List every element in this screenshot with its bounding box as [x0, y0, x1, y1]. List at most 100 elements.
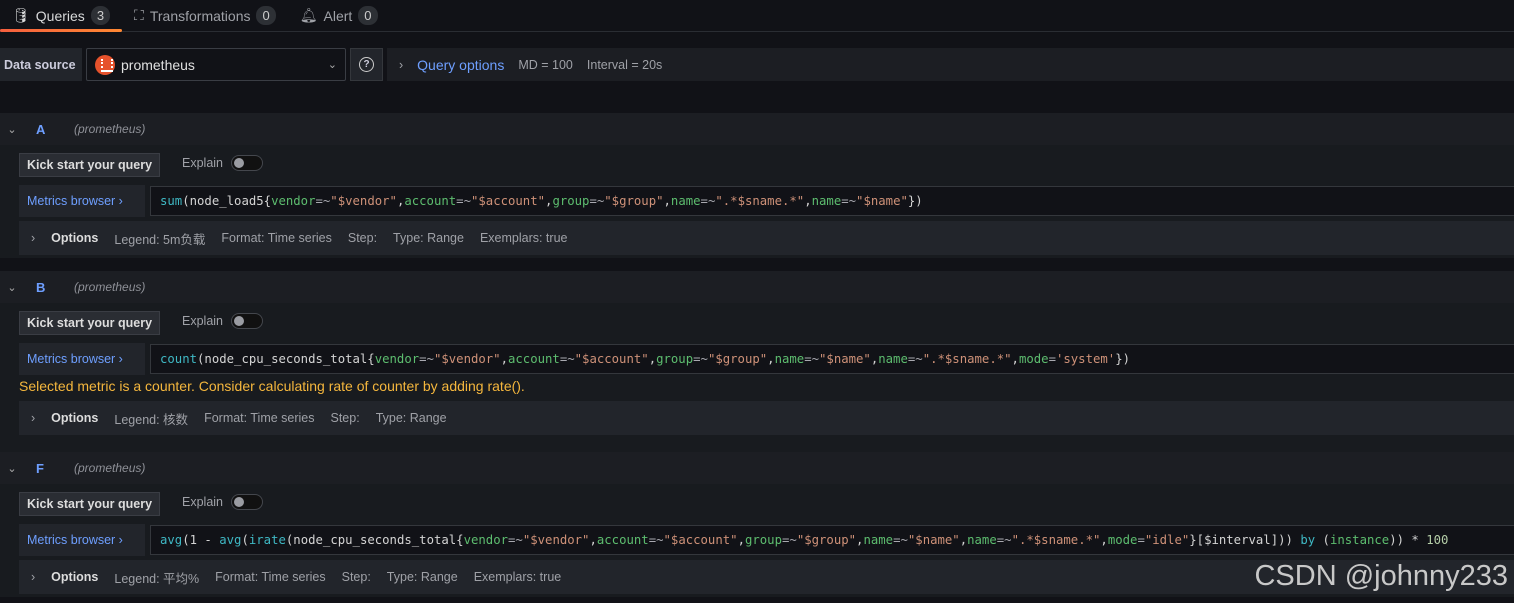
query-token: (1 -	[182, 533, 220, 547]
query-token: =~	[782, 533, 797, 547]
query-token: ,	[396, 194, 405, 208]
query-token: ,	[663, 194, 671, 208]
tab-alert[interactable]: 🔔︎ Alert 0	[288, 0, 390, 31]
query-options-link[interactable]: Query options	[417, 57, 504, 73]
option-legend: Legend: 核数	[114, 412, 189, 427]
explain-label: Explain	[182, 314, 223, 328]
tab-bar: 🛢 Queries 3 ⛶ Transformations 0 🔔︎ Alert 0	[0, 0, 1514, 32]
collapse-chevron-icon[interactable]: ⌄	[0, 462, 24, 475]
help-button[interactable]: ?	[350, 48, 383, 81]
option-exemplars: Exemplars: true	[479, 231, 568, 245]
query-token: account	[508, 352, 560, 366]
query-input[interactable]: avg (1 - avg(irate (node_cpu_seconds_total…	[150, 525, 1514, 555]
query-letter[interactable]: B	[24, 280, 74, 295]
query-token: ,	[804, 194, 812, 208]
counter-warning: Selected metric is a counter. Consider c…	[19, 378, 525, 394]
tab-queries[interactable]: 🛢 Queries 3	[0, 0, 123, 32]
option-format: Format: Time series	[215, 570, 326, 584]
query-header[interactable]: ⌄ B (prometheus)	[0, 271, 1514, 303]
query-token: instance	[1329, 533, 1390, 547]
option-format: Format: Time series	[221, 231, 332, 245]
query-input[interactable]: sum (node_load5{vendor =~ "$vendor", account…	[150, 186, 1514, 216]
query-token: (node_load5{	[182, 194, 272, 208]
query-token: account	[596, 533, 649, 547]
query-options[interactable]: › Query options MD = 100 Interval = 20s	[387, 48, 1514, 81]
explain-toggle[interactable]	[231, 313, 263, 329]
chevron-right-icon: ›	[399, 57, 404, 72]
query-letter[interactable]: F	[24, 461, 74, 476]
query-token: })	[907, 194, 923, 208]
metrics-browser-button[interactable]: Metrics browser ›	[19, 524, 145, 556]
query-token: =~	[996, 533, 1012, 547]
query-datasource: (prometheus)	[74, 280, 146, 294]
query-token: "$account"	[663, 533, 738, 547]
explain-toggle-row: Explain	[182, 494, 263, 510]
database-icon: 🛢	[12, 7, 30, 23]
chevron-down-icon: ⌄	[327, 59, 337, 71]
query-token: ,	[648, 352, 657, 366]
query-token: "$vendor"	[433, 352, 501, 366]
query-header[interactable]: ⌄ F (prometheus)	[0, 452, 1514, 484]
kick-start-button[interactable]: Kick start your query	[19, 311, 161, 335]
collapse-chevron-icon[interactable]: ⌄	[0, 123, 24, 136]
query-token: group	[744, 533, 782, 547]
query-token: "$group"	[796, 533, 857, 547]
metrics-browser-button[interactable]: Metrics browser ›	[19, 343, 145, 375]
query-token: =~	[693, 352, 708, 366]
options-label[interactable]: Options	[51, 231, 98, 245]
query-token: ,	[767, 352, 775, 366]
query-token: =	[1137, 533, 1145, 547]
query-token: "idle"	[1144, 533, 1190, 547]
query-token: mode	[1018, 352, 1049, 366]
query-header[interactable]: ⌄ A (prometheus)	[0, 113, 1514, 145]
kick-start-button[interactable]: Kick start your query	[19, 153, 161, 177]
query-token: "$account"	[470, 194, 546, 208]
datasource-select[interactable]: prometheus ⌄	[86, 48, 346, 81]
transform-icon: ⛶	[134, 7, 144, 23]
query-datasource: (prometheus)	[74, 122, 146, 136]
option-step: Step:	[341, 570, 371, 584]
option-type: Type: Range	[386, 570, 458, 584]
query-input[interactable]: count (node_cpu_seconds_total{vendor =~ "$v…	[150, 344, 1514, 374]
option-step: Step:	[347, 231, 378, 245]
options-row[interactable]: › Options Legend: 核数 Format: Time series Ste…	[19, 401, 1514, 435]
query-token: vendor	[271, 194, 316, 208]
query-token: =~	[508, 533, 523, 547]
query-token: name	[811, 194, 842, 208]
option-type: Type: Range	[393, 231, 464, 245]
collapse-chevron-icon[interactable]: ⌄	[0, 281, 24, 294]
query-token: =~	[559, 352, 575, 366]
tab-count: 0	[358, 6, 378, 25]
query-token: name	[670, 194, 701, 208]
query-letter[interactable]: A	[24, 122, 74, 137]
query-token: name	[878, 352, 908, 366]
kick-start-button[interactable]: Kick start your query	[19, 492, 161, 516]
query-token: =~	[893, 533, 908, 547]
explain-toggle[interactable]	[231, 155, 263, 171]
query-token: 100	[1426, 533, 1449, 547]
options-row[interactable]: › Options Legend: 5m负载 Format: Time series S…	[19, 221, 1514, 255]
tab-transformations[interactable]: ⛶ Transformations 0	[122, 0, 288, 31]
chevron-right-icon: ›	[31, 231, 36, 245]
query-token: "$group"	[604, 194, 664, 208]
query-token: =~	[700, 194, 716, 208]
query-token: ".*$sname.*"	[922, 352, 1012, 366]
options-label[interactable]: Options	[51, 411, 98, 425]
query-token: (node_cpu_seconds_total{	[285, 533, 464, 547]
query-token: irate	[248, 533, 286, 547]
query-token: ,	[737, 533, 745, 547]
datasource-label: Data source	[0, 48, 82, 81]
tab-label: Alert	[323, 7, 353, 24]
explain-label: Explain	[182, 156, 223, 170]
query-token: =~	[804, 352, 820, 366]
explain-toggle[interactable]	[231, 494, 263, 510]
query-token: "$group"	[707, 352, 768, 366]
metrics-browser-button[interactable]: Metrics browser ›	[19, 185, 145, 217]
query-token: ,	[500, 352, 508, 366]
option-format: Format: Time series	[204, 411, 315, 425]
question-icon: ?	[359, 57, 374, 72]
options-label[interactable]: Options	[51, 570, 98, 584]
option-type: Type: Range	[375, 411, 447, 425]
tab-count: 0	[256, 6, 276, 25]
chevron-right-icon: ›	[31, 411, 36, 425]
